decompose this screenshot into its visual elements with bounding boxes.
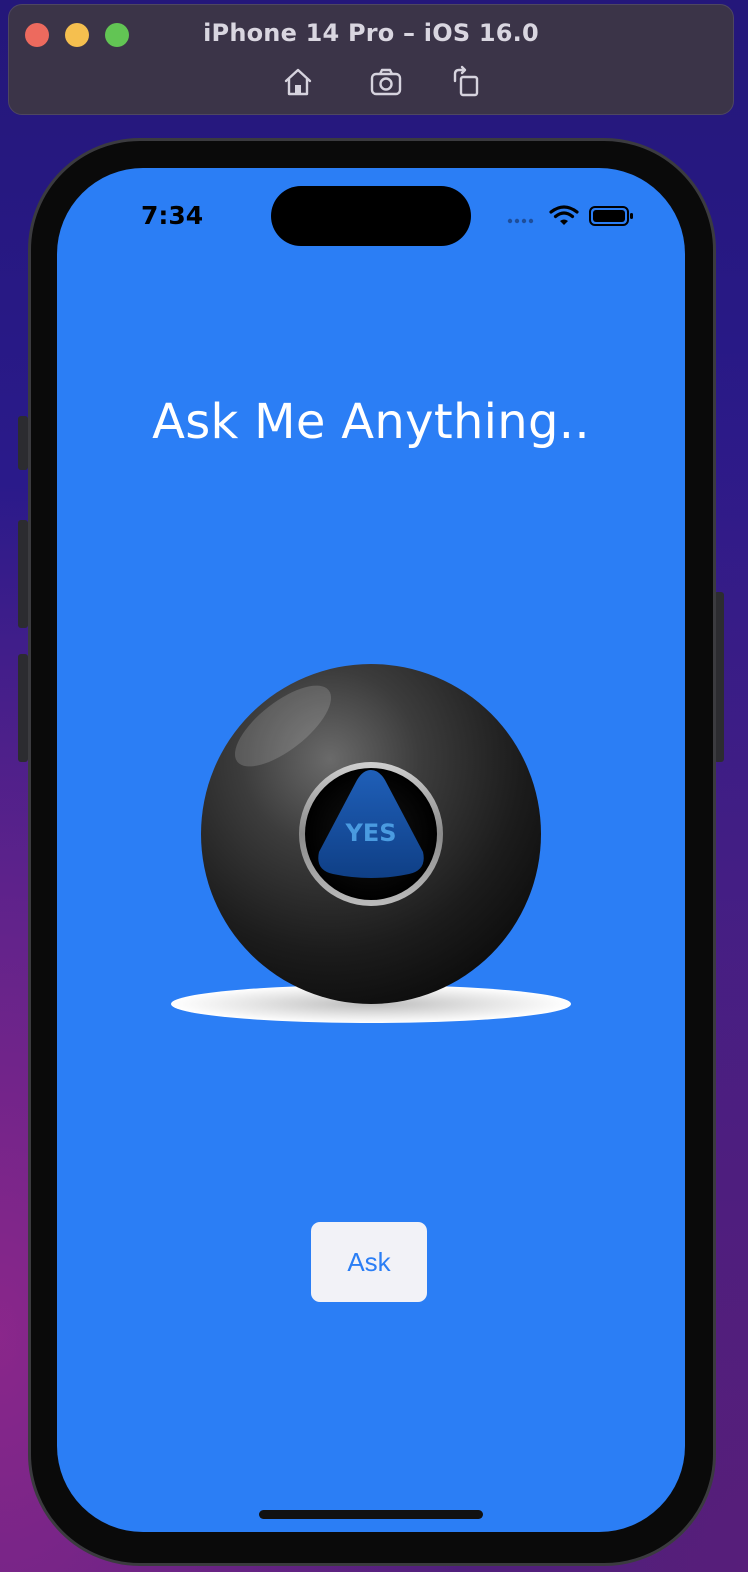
dynamic-island (271, 186, 471, 246)
magic-8-ball-image: YES (171, 664, 571, 1023)
simulator-title: iPhone 14 Pro – iOS 16.0 (203, 19, 539, 47)
battery-icon (589, 206, 633, 226)
answer-text: YES (344, 819, 396, 847)
screenshot-icon[interactable] (369, 65, 403, 99)
volume-down-button (18, 654, 28, 762)
headline: Ask Me Anything.. (152, 394, 590, 450)
silent-switch (18, 416, 28, 470)
home-indicator[interactable] (259, 1510, 483, 1519)
rotate-icon[interactable] (449, 65, 483, 99)
wifi-icon (549, 205, 579, 225)
volume-up-button (18, 520, 28, 628)
simulator-titlebar: iPhone 14 Pro – iOS 16.0 (8, 4, 734, 115)
app-screen: 7:34 Ask Me Anything.. YES Ask (57, 168, 685, 1532)
cellular-signal-icon (507, 218, 534, 224)
ask-button[interactable]: Ask (311, 1222, 427, 1302)
status-time: 7:34 (141, 201, 204, 230)
status-icons (507, 205, 633, 226)
home-icon[interactable] (281, 65, 315, 99)
